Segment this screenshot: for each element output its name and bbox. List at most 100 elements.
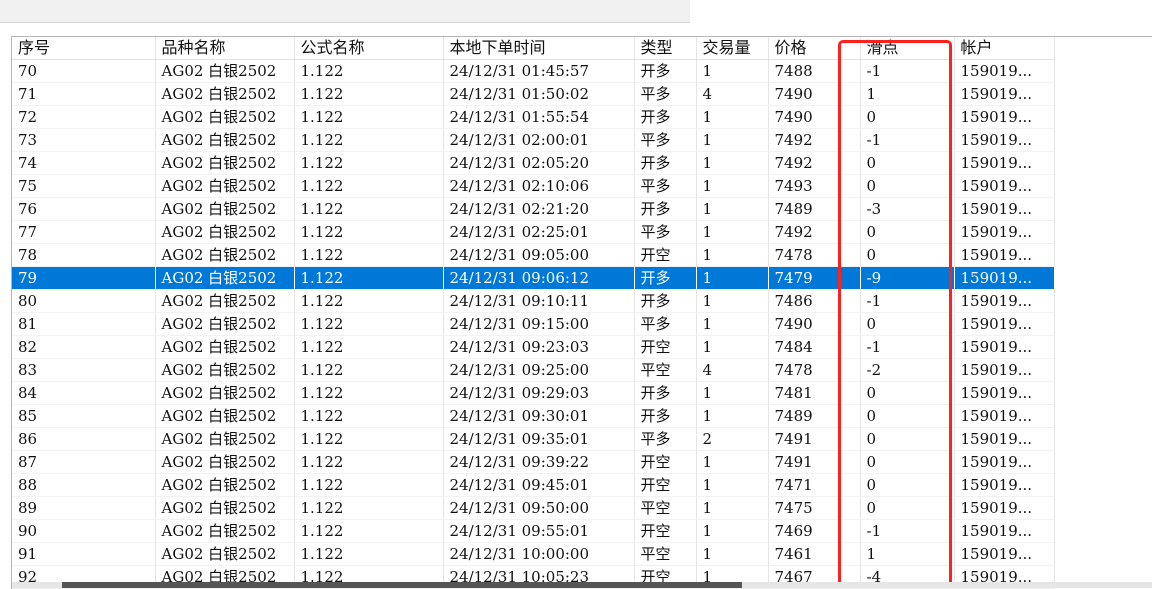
cell-price: 7471 [768,474,860,497]
table-row[interactable]: 74AG02 白银25021.12224/12/31 02:05:20开多174… [12,152,1054,175]
cell-local-order-time: 24/12/31 09:15:00 [443,313,634,336]
table-row[interactable]: 84AG02 白银25021.12224/12/31 09:29:03开多174… [12,382,1054,405]
cell-local-order-time: 24/12/31 02:00:01 [443,129,634,152]
cell-slippage: -1 [860,336,954,359]
scrollbar-thumb[interactable] [62,582,742,588]
cell-type: 开多 [634,382,696,405]
cell-seq: 91 [12,543,155,566]
table-row[interactable]: 77AG02 白银25021.12224/12/31 02:25:01平多174… [12,221,1054,244]
cell-seq: 73 [12,129,155,152]
table-row[interactable]: 75AG02 白银25021.12224/12/31 02:10:06平多174… [12,175,1054,198]
cell-slippage: 0 [860,221,954,244]
cell-local-order-time: 24/12/31 02:25:01 [443,221,634,244]
cell-seq: 85 [12,405,155,428]
cell-type: 平多 [634,83,696,106]
cell-type: 平多 [634,175,696,198]
cell-account: 159019... [954,451,1054,474]
table-row[interactable]: 82AG02 白银25021.12224/12/31 09:23:03开空174… [12,336,1054,359]
cell-local-order-time: 24/12/31 09:39:22 [443,451,634,474]
cell-volume: 1 [696,336,768,359]
column-header-account[interactable]: 帐户 [954,37,1054,60]
cell-local-order-time: 24/12/31 09:30:01 [443,405,634,428]
column-header-formula-name[interactable]: 公式名称 [294,37,443,60]
column-header-slippage[interactable]: 滑点 [860,37,954,60]
table-row[interactable]: 89AG02 白银25021.12224/12/31 09:50:00平空174… [12,497,1054,520]
table-row[interactable]: 76AG02 白银25021.12224/12/31 02:21:20开多174… [12,198,1054,221]
cell-instrument-name: AG02 白银2502 [155,382,294,405]
cell-seq: 90 [12,520,155,543]
cell-account: 159019... [954,313,1054,336]
horizontal-scrollbar[interactable] [12,582,1152,588]
cell-instrument-name: AG02 白银2502 [155,497,294,520]
cell-seq: 87 [12,451,155,474]
cell-instrument-name: AG02 白银2502 [155,60,294,83]
cell-slippage: 0 [860,451,954,474]
table-row[interactable]: 72AG02 白银25021.12224/12/31 01:55:54开多174… [12,106,1054,129]
column-header-local-order-time[interactable]: 本地下单时间 [443,37,634,60]
cell-seq: 82 [12,336,155,359]
column-header-instrument-name[interactable]: 品种名称 [155,37,294,60]
cell-local-order-time: 24/12/31 09:35:01 [443,428,634,451]
cell-type: 平多 [634,313,696,336]
cell-account: 159019... [954,497,1054,520]
cell-formula-name: 1.122 [294,428,443,451]
cell-price: 7493 [768,175,860,198]
cell-seq: 75 [12,175,155,198]
cell-instrument-name: AG02 白银2502 [155,198,294,221]
cell-volume: 1 [696,175,768,198]
cell-volume: 1 [696,451,768,474]
column-header-price[interactable]: 价格 [768,37,860,60]
cell-instrument-name: AG02 白银2502 [155,106,294,129]
cell-local-order-time: 24/12/31 09:29:03 [443,382,634,405]
cell-formula-name: 1.122 [294,152,443,175]
table-row[interactable]: 85AG02 白银25021.12224/12/31 09:30:01开多174… [12,405,1054,428]
cell-price: 7491 [768,451,860,474]
cell-slippage: 0 [860,175,954,198]
table-row[interactable]: 91AG02 白银25021.12224/12/31 10:00:00平空174… [12,543,1054,566]
column-header-type[interactable]: 类型 [634,37,696,60]
cell-account: 159019... [954,336,1054,359]
cell-type: 开多 [634,106,696,129]
cell-slippage: 1 [860,543,954,566]
cell-instrument-name: AG02 白银2502 [155,244,294,267]
table-row[interactable]: 70AG02 白银25021.12224/12/31 01:45:57开多174… [12,60,1054,83]
table-row[interactable]: 90AG02 白银25021.12224/12/31 09:55:01开空174… [12,520,1054,543]
table-row[interactable]: 73AG02 白银25021.12224/12/31 02:00:01平多174… [12,129,1054,152]
cell-type: 开多 [634,152,696,175]
cell-slippage: -3 [860,198,954,221]
column-header-seq[interactable]: 序号 [12,37,155,60]
cell-type: 开多 [634,290,696,313]
cell-account: 159019... [954,60,1054,83]
table-row[interactable]: 86AG02 白银25021.12224/12/31 09:35:01平多274… [12,428,1054,451]
cell-price: 7475 [768,497,860,520]
cell-formula-name: 1.122 [294,382,443,405]
cell-seq: 71 [12,83,155,106]
table-row[interactable]: 87AG02 白银25021.12224/12/31 09:39:22开空174… [12,451,1054,474]
cell-slippage: -1 [860,60,954,83]
cell-volume: 4 [696,359,768,382]
table-row[interactable]: 83AG02 白银25021.12224/12/31 09:25:00平空474… [12,359,1054,382]
table-row[interactable]: 78AG02 白银25021.12224/12/31 09:05:00开空174… [12,244,1054,267]
table-row[interactable]: 88AG02 白银25021.12224/12/31 09:45:01开空174… [12,474,1054,497]
cell-volume: 1 [696,244,768,267]
cell-instrument-name: AG02 白银2502 [155,290,294,313]
table-row[interactable]: 71AG02 白银25021.12224/12/31 01:50:02平多474… [12,83,1054,106]
table-row[interactable]: 80AG02 白银25021.12224/12/31 09:10:11开多174… [12,290,1054,313]
table-row[interactable]: 81AG02 白银25021.12224/12/31 09:15:00平多174… [12,313,1054,336]
cell-slippage: -2 [860,359,954,382]
cell-instrument-name: AG02 白银2502 [155,313,294,336]
cell-instrument-name: AG02 白银2502 [155,474,294,497]
column-header-volume[interactable]: 交易量 [696,37,768,60]
cell-slippage: -1 [860,290,954,313]
cell-volume: 1 [696,405,768,428]
order-log-table: 序号品种名称公式名称本地下单时间类型交易量价格滑点帐户 70AG02 白银250… [12,37,1055,589]
cell-account: 159019... [954,474,1054,497]
cell-slippage: 0 [860,313,954,336]
cell-price: 7481 [768,382,860,405]
cell-local-order-time: 24/12/31 02:21:20 [443,198,634,221]
cell-formula-name: 1.122 [294,106,443,129]
cell-account: 159019... [954,428,1054,451]
table-row[interactable]: 79AG02 白银25021.12224/12/31 09:06:12开多174… [12,267,1054,290]
cell-price: 7484 [768,336,860,359]
cell-price: 7488 [768,60,860,83]
